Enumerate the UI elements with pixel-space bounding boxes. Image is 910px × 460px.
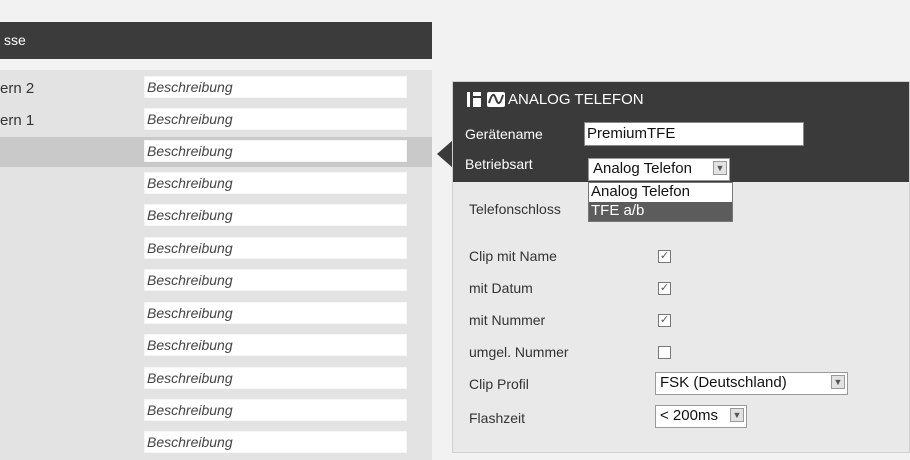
clip-profil-select[interactable]: FSK (Deutschland) ▼ [655, 372, 848, 395]
betriebsart-select[interactable]: Analog Telefon ▼ [588, 158, 730, 181]
flashzeit-select[interactable]: < 200ms ▼ [655, 405, 747, 428]
option-tfe-ab[interactable]: TFE a/b [589, 202, 732, 221]
device-settings-panel: ANALOG TELEFON Gerätename PremiumTFE Bet… [452, 81, 910, 453]
geraetename-input[interactable]: PremiumTFE [584, 122, 804, 146]
list-item[interactable]: Beschreibung [0, 234, 432, 264]
clip-mit-name-label: Clip mit Name [469, 248, 557, 264]
umgel-nummer-label: umgel. Nummer [469, 344, 569, 360]
description-field[interactable]: Beschreibung [144, 269, 407, 291]
list-item[interactable]: Beschreibung [0, 201, 432, 231]
description-field[interactable]: Beschreibung [144, 237, 407, 259]
device-name: ern 2 [0, 80, 35, 97]
description-field[interactable]: Beschreibung [144, 302, 407, 324]
description-field[interactable]: Beschreibung [144, 399, 407, 421]
description-field[interactable]: Beschreibung [144, 172, 407, 194]
list-item[interactable]: Beschreibung [0, 428, 432, 458]
panel-header: ANALOG TELEFON Gerätename PremiumTFE Bet… [453, 82, 909, 182]
description-field[interactable]: Beschreibung [144, 334, 407, 356]
list-item[interactable]: Beschreibung [0, 331, 432, 361]
telefonschloss-label: Telefonschloss [469, 201, 561, 217]
description-field[interactable]: Beschreibung [144, 367, 407, 389]
clip-mit-name-checkbox[interactable]: ✓ [658, 250, 671, 263]
betriebsart-value: Analog Telefon [593, 160, 692, 177]
callout-arrow [437, 140, 453, 168]
description-field[interactable]: Beschreibung [144, 140, 407, 162]
list-item[interactable]: ern 1 Beschreibung [0, 105, 432, 135]
description-field[interactable]: Beschreibung [144, 108, 407, 130]
list-item[interactable]: Beschreibung [0, 266, 432, 296]
panel-title-text: ANALOG TELEFON [508, 91, 644, 108]
option-analog-telefon[interactable]: Analog Telefon [589, 183, 732, 202]
list-item[interactable]: Beschreibung [0, 169, 432, 199]
mit-nummer-label: mit Nummer [469, 312, 546, 328]
description-field[interactable]: Beschreibung [144, 431, 407, 453]
list-header: sse [0, 22, 432, 59]
flashzeit-label: Flashzeit [469, 410, 526, 426]
analog-wave-icon [487, 92, 505, 107]
chevron-down-icon[interactable]: ▼ [713, 161, 727, 175]
header-title: sse [4, 32, 26, 48]
list-item[interactable]: Beschreibung [0, 396, 432, 426]
device-name: ern 1 [0, 112, 35, 129]
geraetename-label: Gerätename [465, 126, 543, 142]
mit-datum-checkbox[interactable]: ✓ [658, 282, 671, 295]
chevron-down-icon[interactable]: ▼ [831, 375, 845, 389]
clip-profil-label: Clip Profil [469, 376, 529, 392]
betriebsart-label: Betriebsart [465, 156, 533, 172]
umgel-nummer-checkbox[interactable] [658, 346, 671, 359]
list-item[interactable]: ern 2 Beschreibung [0, 73, 432, 103]
description-field[interactable]: Beschreibung [144, 76, 407, 98]
panel-title: ANALOG TELEFON [467, 91, 644, 108]
flashzeit-value: < 200ms [660, 407, 718, 424]
mit-datum-label: mit Datum [469, 280, 533, 296]
device-list: ern 2 Beschreibung ern 1 Beschreibung Be… [0, 70, 432, 460]
list-item-selected[interactable]: Beschreibung [0, 137, 432, 167]
clip-profil-value: FSK (Deutschland) [660, 374, 787, 391]
betriebsart-options: Analog Telefon TFE a/b [588, 182, 733, 222]
list-item[interactable]: Beschreibung [0, 364, 432, 394]
chevron-down-icon[interactable]: ▼ [730, 408, 744, 422]
device-type-icon [467, 92, 481, 107]
list-item[interactable]: Beschreibung [0, 299, 432, 329]
mit-nummer-checkbox[interactable]: ✓ [658, 314, 671, 327]
description-field[interactable]: Beschreibung [144, 204, 407, 226]
